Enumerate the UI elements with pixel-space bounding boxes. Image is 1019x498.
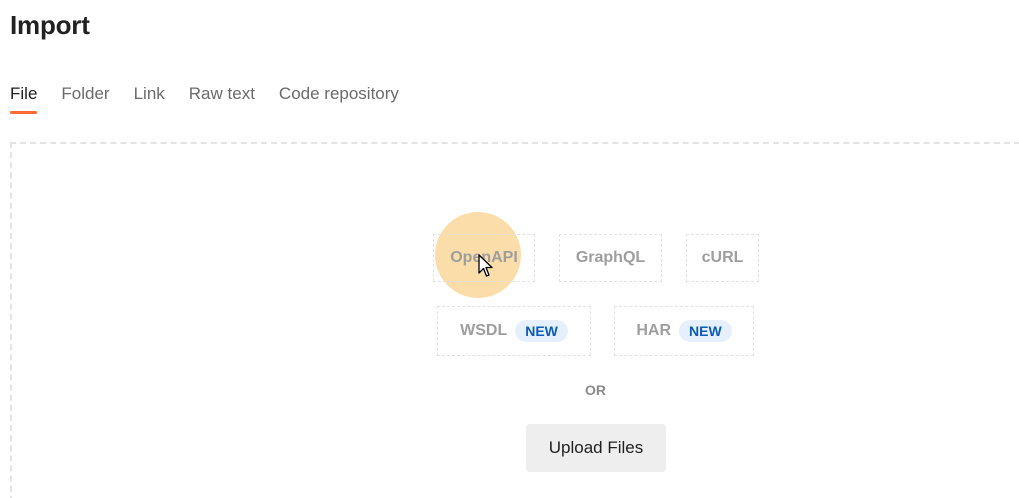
import-tabs: File Folder Link Raw text Code repositor… — [10, 84, 399, 114]
new-badge: NEW — [679, 320, 732, 342]
tab-link[interactable]: Link — [134, 84, 165, 114]
import-page: Import File Folder Link Raw text Code re… — [0, 0, 1019, 498]
or-separator: OR — [585, 382, 606, 398]
wsdl-option[interactable]: WSDL NEW — [437, 306, 591, 356]
curl-label: cURL — [701, 249, 744, 266]
curl-option[interactable]: cURL — [686, 234, 759, 282]
mouse-pointer-icon — [478, 254, 493, 277]
har-option[interactable]: HAR NEW — [614, 306, 754, 356]
graphql-option[interactable]: GraphQL — [559, 234, 662, 282]
tab-folder[interactable]: Folder — [61, 84, 109, 114]
tab-raw-text[interactable]: Raw text — [189, 84, 255, 114]
graphql-label: GraphQL — [575, 249, 646, 266]
upload-files-button[interactable]: Upload Files — [526, 424, 666, 472]
wsdl-label: WSDL — [460, 322, 508, 339]
new-badge: NEW — [515, 320, 568, 342]
har-label: HAR — [636, 322, 671, 339]
page-title: Import — [10, 10, 90, 40]
tab-code-repository[interactable]: Code repository — [279, 84, 399, 114]
tab-file[interactable]: File — [10, 84, 38, 114]
